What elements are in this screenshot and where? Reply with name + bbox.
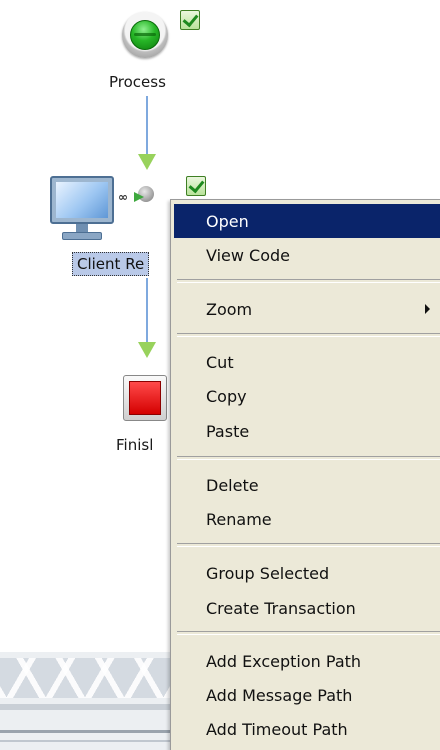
menu-separator <box>177 333 440 337</box>
end-node-icon[interactable] <box>123 375 167 421</box>
green-circle-icon <box>130 20 160 50</box>
green-arrow-icon <box>134 192 144 202</box>
monitor-base <box>62 232 102 240</box>
menu-separator <box>177 456 440 460</box>
menu-item-cut[interactable]: Cut <box>174 345 440 379</box>
menu-item-label: Add Exception Path <box>206 651 362 671</box>
connector-line <box>146 96 148 158</box>
menu-item-group-selected[interactable]: Group Selected <box>174 556 440 590</box>
decorative-pattern <box>0 658 170 698</box>
menu-item-label: Open <box>206 211 249 231</box>
menu-item-add-timeout-path[interactable]: Add Timeout Path <box>174 712 440 746</box>
menu-item-zoom[interactable]: Zoom <box>174 292 440 326</box>
web-service-icon[interactable]: ∞ <box>118 184 154 208</box>
menu-item-add-exception-path[interactable]: Add Exception Path <box>174 644 440 678</box>
monitor-neck <box>76 224 88 232</box>
menu-separator <box>177 279 440 283</box>
context-menu: Open View Code Zoom Cut Copy Paste Delet… <box>170 199 440 750</box>
menu-item-copy[interactable]: Copy <box>174 379 440 413</box>
menu-item-label: Delete <box>206 475 259 495</box>
menu-item-delete[interactable]: Delete <box>174 468 440 502</box>
check-icon <box>186 176 206 196</box>
menu-item-paste[interactable]: Paste <box>174 414 440 448</box>
menu-item-label: Cut <box>206 352 234 372</box>
divider <box>0 730 170 733</box>
menu-item-create-transaction[interactable]: Create Transaction <box>174 591 440 625</box>
red-square-icon <box>129 381 161 415</box>
client-node-label[interactable]: Client Re <box>72 252 150 276</box>
connector-arrow-icon <box>138 154 156 170</box>
menu-item-label: Zoom <box>206 299 253 319</box>
menu-separator <box>177 631 440 635</box>
menu-item-view-code[interactable]: View Code <box>174 238 440 272</box>
menu-item-open[interactable]: Open <box>174 204 440 238</box>
menu-item-label: Copy <box>206 386 247 406</box>
menu-separator <box>177 543 440 547</box>
connector-line <box>146 278 148 342</box>
end-node-label[interactable]: Finisl <box>116 436 153 454</box>
chain-icon: ∞ <box>118 190 128 204</box>
monitor-icon[interactable] <box>50 176 114 244</box>
menu-item-label: Add Timeout Path <box>206 719 348 739</box>
divider <box>0 704 170 710</box>
menu-item-rename[interactable]: Rename <box>174 502 440 536</box>
monitor-screen <box>50 176 114 224</box>
submenu-arrow-icon <box>425 304 430 314</box>
connector-arrow-icon <box>138 342 156 358</box>
menu-item-label: Group Selected <box>206 563 330 583</box>
start-node-label[interactable]: Process <box>109 73 166 91</box>
start-node-icon[interactable] <box>122 12 168 58</box>
menu-item-add-message-path[interactable]: Add Message Path <box>174 678 440 712</box>
bottom-panel <box>0 652 170 750</box>
menu-item-label: Add Message Path <box>206 685 353 705</box>
menu-item-label: Rename <box>206 509 272 529</box>
menu-item-label: Create Transaction <box>206 598 356 618</box>
menu-item-label: Paste <box>206 421 250 441</box>
divider <box>0 740 170 742</box>
menu-item-label: View Code <box>206 245 291 265</box>
check-icon <box>180 10 200 30</box>
